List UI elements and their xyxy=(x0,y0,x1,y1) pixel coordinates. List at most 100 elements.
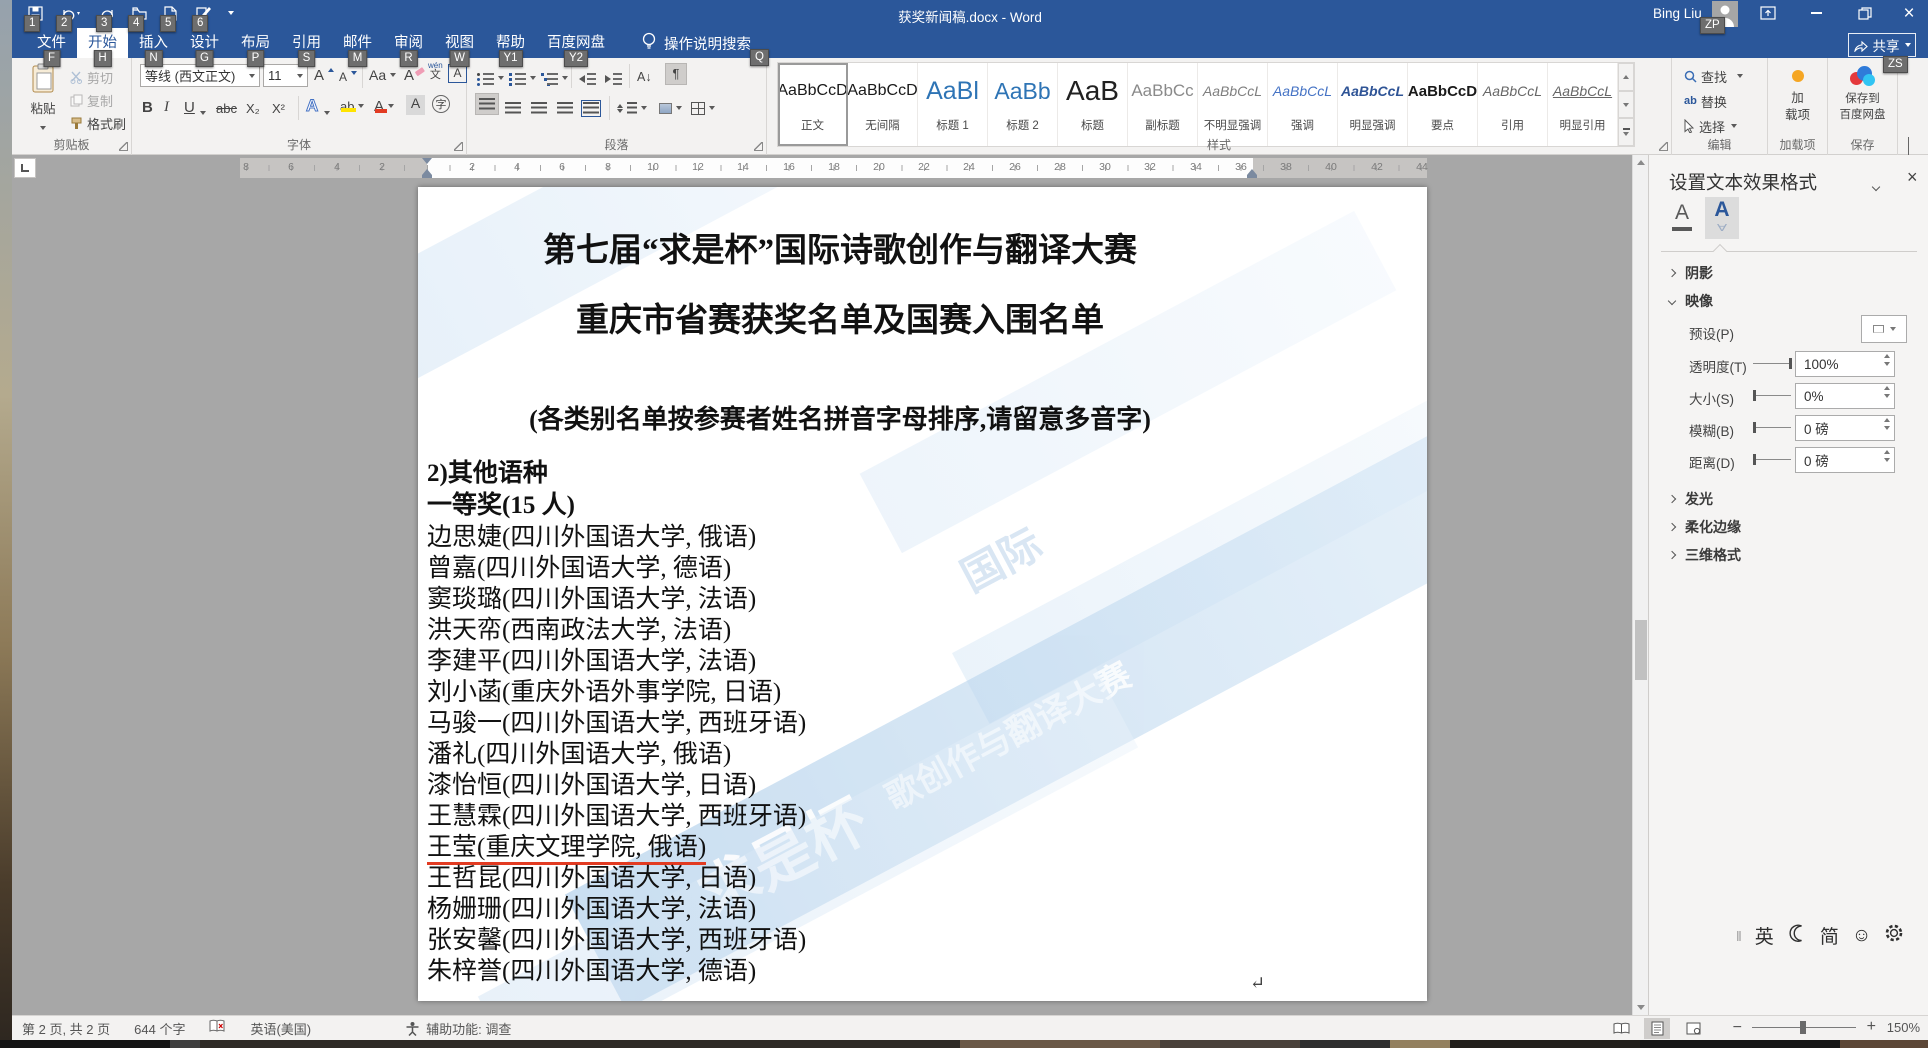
styles-scroll-up[interactable] xyxy=(1618,63,1634,91)
size-value[interactable]: 0% xyxy=(1795,383,1895,409)
tab-layout[interactable]: 布局P xyxy=(230,28,281,58)
italic-button[interactable]: I xyxy=(164,96,169,118)
open-button[interactable]: 4 xyxy=(132,5,148,21)
align-left-button[interactable] xyxy=(475,93,499,115)
styles-scroll-down[interactable] xyxy=(1618,91,1634,119)
subscript-button[interactable]: X₂ xyxy=(246,97,260,119)
horizontal-ruler[interactable]: 8 6 4 2 2 4 6 8 10 12 14 16 18 20 22 24 … xyxy=(240,158,1427,178)
proofing-icon[interactable] xyxy=(209,1019,226,1037)
align-right-button[interactable] xyxy=(531,97,547,119)
ribbon-display-options-button[interactable] xyxy=(1758,6,1778,24)
undo-button[interactable]: 2 xyxy=(60,5,84,21)
account-name[interactable]: Bing Liu xyxy=(1653,6,1702,21)
align-center-button[interactable] xyxy=(505,97,521,119)
borders-button[interactable] xyxy=(691,97,715,119)
minimize-button[interactable] xyxy=(1806,12,1826,14)
line-spacing-button[interactable] xyxy=(617,97,647,119)
first-line-indent-marker[interactable] xyxy=(422,158,432,164)
scroll-down-arrow[interactable] xyxy=(1637,1005,1645,1010)
style-intense-emphasis[interactable]: AaBbCcL明显强调 xyxy=(1338,63,1408,146)
spin-down[interactable] xyxy=(1884,394,1890,398)
tell-me-search[interactable]: 操作说明搜索 Q xyxy=(642,28,751,58)
clipboard-dialog-launcher[interactable] xyxy=(119,142,128,151)
vertical-scrollbar[interactable] xyxy=(1632,155,1648,1015)
increase-indent-button[interactable] xyxy=(605,67,622,89)
pane-section-shadow[interactable]: 阴影 xyxy=(1669,263,1713,283)
ime-language-mode[interactable]: 英 xyxy=(1755,922,1774,949)
style-subtle-emphasis[interactable]: AaBbCcL不明显强调 xyxy=(1198,63,1268,146)
scrollbar-thumb[interactable] xyxy=(1635,620,1647,680)
style-normal[interactable]: AaBbCcD正文 xyxy=(778,63,848,146)
tab-design[interactable]: 设计G xyxy=(179,28,230,58)
scroll-up-arrow[interactable] xyxy=(1637,160,1645,165)
addins-button[interactable]: 加载项 xyxy=(1768,70,1827,124)
share-button[interactable]: 共享 ZS xyxy=(1848,33,1916,57)
change-case-button[interactable]: Aa xyxy=(369,64,396,86)
distribute-button[interactable] xyxy=(583,97,599,119)
tab-review[interactable]: 审阅R xyxy=(383,28,434,58)
text-effects-button[interactable]: A xyxy=(306,95,318,117)
shrink-font-button[interactable]: A xyxy=(339,66,357,88)
tab-baidu-netdisk[interactable]: 百度网盘Y2 xyxy=(536,28,616,58)
style-no-spacing[interactable]: AaBbCcD无间隔 xyxy=(848,63,918,146)
language-indicator[interactable]: 英语(美国) xyxy=(250,1019,311,1038)
zoom-slider-thumb[interactable] xyxy=(1800,1021,1806,1034)
multilevel-list-button[interactable] xyxy=(541,67,568,89)
sort-button[interactable]: A↓ xyxy=(637,66,652,88)
decrease-indent-button[interactable] xyxy=(579,67,596,89)
style-emphasis[interactable]: AaBbCcL强调 xyxy=(1268,63,1338,146)
character-shading-button[interactable]: A xyxy=(406,95,425,115)
document-page[interactable]: 求是杯 歌创作与翻译大赛 国际 第七届“求是杯”国际诗歌创作与翻译大赛 重庆市省… xyxy=(418,187,1427,1001)
ime-drag-handle[interactable]: ‖ xyxy=(1736,928,1742,944)
pinyin-guide-button[interactable]: wén 文 xyxy=(428,62,443,81)
style-title[interactable]: AaB标题 xyxy=(1058,63,1128,146)
tab-home[interactable]: 开始H xyxy=(77,28,128,58)
paragraph-dialog-launcher[interactable] xyxy=(754,142,763,151)
left-indent-marker[interactable] xyxy=(422,175,432,178)
pane-tab-text-fill-icon[interactable]: A xyxy=(1669,201,1695,237)
paste-button[interactable]: 粘贴 xyxy=(20,63,66,137)
tab-insert[interactable]: 插入N xyxy=(128,28,179,58)
font-color-button[interactable]: A xyxy=(374,95,394,117)
pane-section-soft-edges[interactable]: 柔化边缘 xyxy=(1669,517,1741,537)
bullets-button[interactable] xyxy=(477,67,504,89)
collapse-ribbon-button[interactable] xyxy=(1908,138,1909,156)
superscript-button[interactable]: X² xyxy=(272,97,285,119)
read-mode-button[interactable] xyxy=(1608,1018,1634,1039)
pane-section-reflection[interactable]: 映像 xyxy=(1669,291,1713,311)
clear-formatting-button[interactable]: A xyxy=(404,64,425,86)
save-to-netdisk-button[interactable]: 保存到百度网盘 xyxy=(1828,66,1897,123)
qat-customize-button[interactable] xyxy=(228,5,238,21)
font-name-combobox[interactable]: 等线 (西文正文) xyxy=(140,64,260,87)
web-layout-button[interactable] xyxy=(1680,1018,1706,1039)
pane-tab-text-effects-icon[interactable]: A A xyxy=(1705,197,1739,239)
styles-dialog-launcher[interactable] xyxy=(1659,142,1668,151)
tab-view[interactable]: 视图W xyxy=(434,28,485,58)
transparency-slider[interactable] xyxy=(1753,363,1791,364)
tab-selector-button[interactable] xyxy=(14,158,36,178)
spin-up[interactable] xyxy=(1884,450,1890,454)
spin-up[interactable] xyxy=(1884,386,1890,390)
zoom-in-button[interactable]: + xyxy=(1867,1018,1876,1036)
underline-dropdown[interactable] xyxy=(200,102,206,124)
text-effects-dropdown[interactable] xyxy=(324,102,330,124)
shading-button[interactable] xyxy=(659,97,682,119)
zoom-percentage[interactable]: 150% xyxy=(1887,1020,1920,1035)
tab-file[interactable]: 文件F xyxy=(26,28,77,58)
highlight-button[interactable]: ab xyxy=(340,95,364,117)
style-subtitle[interactable]: AaBbCc副标题 xyxy=(1128,63,1198,146)
spin-down[interactable] xyxy=(1884,426,1890,430)
zoom-slider[interactable] xyxy=(1752,1027,1856,1028)
pane-section-3d-format[interactable]: 三维格式 xyxy=(1669,545,1741,565)
show-marks-button[interactable]: ¶ xyxy=(665,63,687,85)
ime-emoji-button[interactable]: ☺ xyxy=(1852,925,1871,947)
new-document-button[interactable]: 5 xyxy=(164,5,180,21)
right-indent-box[interactable] xyxy=(1247,175,1257,178)
spin-up[interactable] xyxy=(1884,354,1890,358)
find-button[interactable]: 查找 xyxy=(1684,65,1743,87)
cut-button[interactable]: 剪切 xyxy=(70,66,113,88)
strikethrough-button[interactable]: abc xyxy=(216,97,237,119)
underline-button[interactable]: U xyxy=(184,96,195,118)
replace-button[interactable]: ab 替换 xyxy=(1684,90,1727,112)
tab-references[interactable]: 引用S xyxy=(281,28,332,58)
